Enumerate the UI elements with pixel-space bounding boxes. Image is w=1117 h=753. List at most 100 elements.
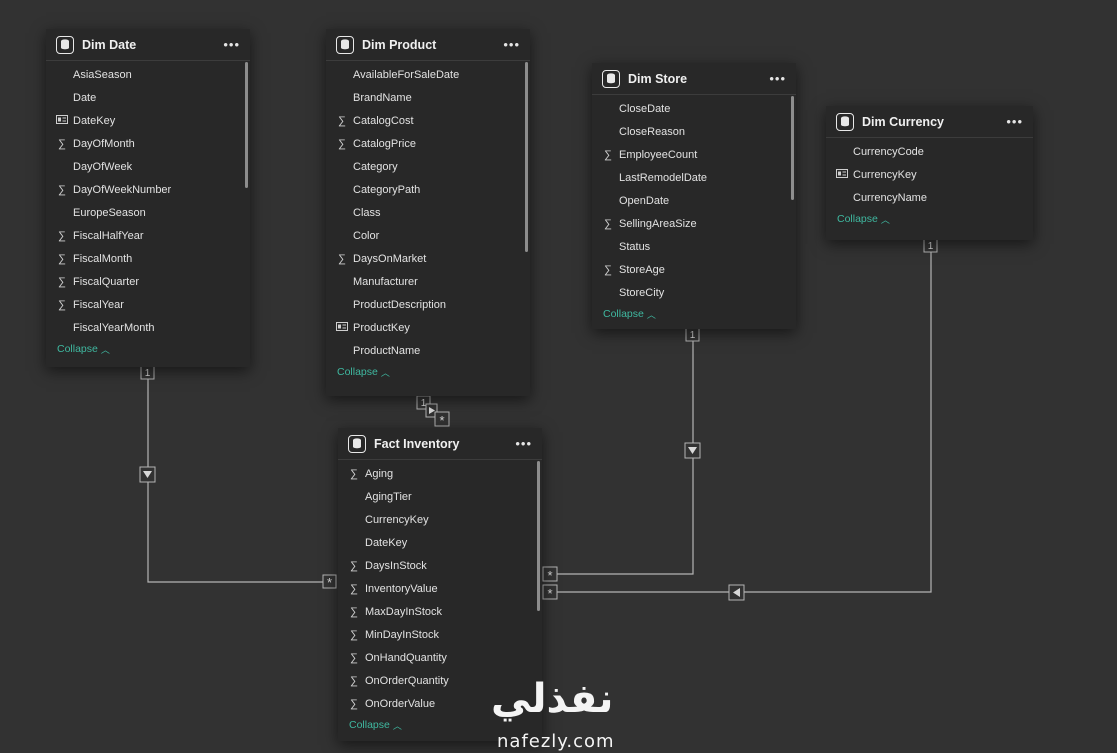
sigma-icon: ∑ [350,605,358,618]
field-row[interactable]: Manufacturer [326,270,530,293]
sigma-icon: ∑ [350,674,358,687]
field-row[interactable]: EuropeSeason [46,201,250,224]
field-label: FiscalYearMonth [73,321,155,334]
field-row[interactable]: ∑ CatalogCost [326,109,530,132]
field-label: CloseReason [619,125,686,138]
field-label: CatalogPrice [353,137,416,150]
svg-text:1: 1 [145,368,151,379]
field-row[interactable]: CurrencyCode [826,140,1033,163]
field-row[interactable]: ∑ CatalogPrice [326,132,530,155]
field-row[interactable]: ∑ FiscalHalfYear [46,224,250,247]
database-icon [336,35,354,54]
svg-text:1: 1 [690,330,696,341]
svg-text:*: * [327,575,332,590]
rel-date-filter-direction-icon [139,466,156,483]
field-row[interactable]: Status [592,235,796,258]
sigma-icon: ∑ [350,467,358,480]
table-header[interactable]: Dim Currency ••• [826,106,1033,138]
field-row[interactable]: CloseDate [592,97,796,120]
table-card-dim-product[interactable]: Dim Product ••• AvailableForSaleDate Bran… [326,29,530,396]
chevron-up-icon: ︿ [392,720,402,731]
more-options-icon[interactable]: ••• [515,437,532,450]
scrollbar[interactable] [537,461,540,611]
field-label: Color [353,229,380,242]
table-header[interactable]: Fact Inventory ••• [338,428,542,460]
field-row[interactable]: DateKey [338,531,542,554]
field-row[interactable]: CurrencyKey [826,163,1033,186]
field-row[interactable]: ProductName [326,339,530,362]
more-options-icon[interactable]: ••• [503,38,520,51]
field-row[interactable]: ∑ Aging [338,462,542,485]
table-header[interactable]: Dim Store ••• [592,63,796,95]
table-header[interactable]: Dim Product ••• [326,29,530,61]
sigma-icon: ∑ [338,114,346,127]
field-row[interactable]: StoreCity [592,281,796,304]
field-row[interactable]: Category [326,155,530,178]
rel-date-one-marker: 1 [140,365,155,380]
field-row[interactable]: AsiaSeason [46,63,250,86]
field-label: DaysOnMarket [353,252,427,265]
sigma-icon: ∑ [350,582,358,595]
table-header[interactable]: Dim Date ••• [46,29,250,61]
field-label: FiscalHalfYear [73,229,144,242]
database-icon [348,434,366,453]
chevron-up-icon: ︿ [646,309,656,320]
collapse-button[interactable]: Collapse ︿ [326,362,530,382]
field-row[interactable]: CategoryPath [326,178,530,201]
field-row[interactable]: Date [46,86,250,109]
field-row[interactable]: CurrencyName [826,186,1033,209]
field-row[interactable]: ∑ OnHandQuantity [338,646,542,669]
scrollbar[interactable] [245,62,248,188]
key-card-icon [334,321,350,334]
more-options-icon[interactable]: ••• [1006,115,1023,128]
field-row[interactable]: AvailableForSaleDate [326,63,530,86]
field-row[interactable]: ∑ FiscalMonth [46,247,250,270]
scrollbar[interactable] [791,96,794,200]
field-row[interactable]: ProductDescription [326,293,530,316]
field-row[interactable]: ∑ FiscalYear [46,293,250,316]
sigma-icon: ∑ [338,137,346,150]
field-row[interactable]: CloseReason [592,120,796,143]
field-row[interactable]: ∑ DayOfWeekNumber [46,178,250,201]
table-card-dim-currency[interactable]: Dim Currency ••• CurrencyCode CurrencyKey… [826,106,1033,240]
field-row[interactable]: ∑ SellingAreaSize [592,212,796,235]
field-row[interactable]: ∑ MinDayInStock [338,623,542,646]
field-row[interactable]: ∑ FiscalQuarter [46,270,250,293]
field-label: InventoryValue [365,582,438,595]
field-label: Class [353,206,381,219]
field-row[interactable]: Class [326,201,530,224]
field-row[interactable]: DayOfWeek [46,155,250,178]
field-row[interactable]: FiscalYearMonth [46,316,250,339]
collapse-button[interactable]: Collapse ︿ [826,209,1033,229]
field-row[interactable]: Color [326,224,530,247]
field-row[interactable]: ∑ DayOfMonth [46,132,250,155]
field-row[interactable]: ∑ EmployeeCount [592,143,796,166]
chevron-up-icon: ︿ [380,367,390,378]
field-row[interactable]: OpenDate [592,189,796,212]
field-row[interactable]: ProductKey [326,316,530,339]
field-label: ProductDescription [353,298,446,311]
field-row[interactable]: ∑ DaysInStock [338,554,542,577]
field-row[interactable]: CurrencyKey [338,508,542,531]
scrollbar[interactable] [525,62,528,252]
field-row[interactable]: BrandName [326,86,530,109]
field-row[interactable]: LastRemodelDate [592,166,796,189]
field-row[interactable]: ∑ MaxDayInStock [338,600,542,623]
collapse-button[interactable]: Collapse ︿ [592,304,796,324]
collapse-button[interactable]: Collapse ︿ [46,339,250,359]
table-card-dim-date[interactable]: Dim Date ••• AsiaSeason Date DateKey ∑ DayOf… [46,29,250,367]
field-label: Category [353,160,398,173]
field-row[interactable]: ∑ InventoryValue [338,577,542,600]
table-card-dim-store[interactable]: Dim Store ••• CloseDate CloseReason ∑ Emplo… [592,63,796,329]
field-row[interactable]: AgingTier [338,485,542,508]
more-options-icon[interactable]: ••• [223,38,240,51]
more-options-icon[interactable]: ••• [769,72,786,85]
chevron-up-icon: ︿ [100,344,110,355]
table-title: Dim Store [628,71,688,86]
sigma-icon: ∑ [58,298,66,311]
field-row[interactable]: ∑ StoreAge [592,258,796,281]
field-row[interactable]: ∑ DaysOnMarket [326,247,530,270]
watermark-logo-arabic: نفذلي [491,676,614,722]
field-row[interactable]: DateKey [46,109,250,132]
key-card-icon [834,168,850,181]
